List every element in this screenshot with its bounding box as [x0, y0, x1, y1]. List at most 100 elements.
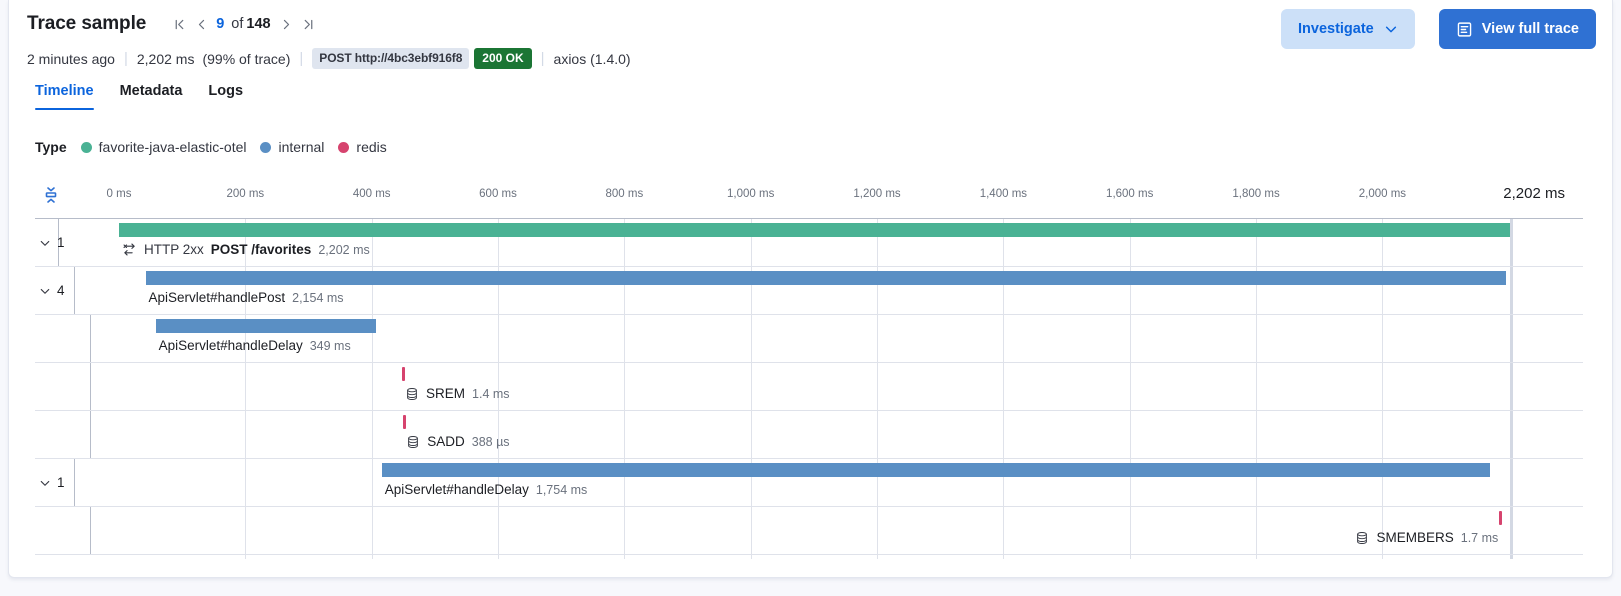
- span-kind: HTTP 2xx: [144, 242, 204, 257]
- legend-item-label: internal: [278, 139, 324, 155]
- tab-logs[interactable]: Logs: [195, 83, 256, 110]
- waterfall-row[interactable]: 4 ApiServlet#handlePost2,154 ms: [35, 267, 1583, 315]
- row-child-count: 1: [57, 475, 65, 490]
- first-page-icon[interactable]: [168, 12, 190, 36]
- tab-timeline[interactable]: Timeline: [35, 83, 107, 110]
- span-label: ApiServlet#handleDelay1,754 ms: [385, 482, 588, 497]
- row-accordion: [35, 363, 91, 410]
- axis-tick-label: 1,200 ms: [853, 188, 900, 200]
- legend-item-internal[interactable]: internal: [260, 139, 324, 155]
- row-child-count: 4: [57, 283, 65, 298]
- chevron-left-icon[interactable]: [190, 12, 212, 36]
- trace-timestamp: 2 minutes ago: [27, 51, 115, 67]
- chevron-down-icon: [1384, 22, 1398, 36]
- span-bar[interactable]: [146, 271, 1507, 285]
- waterfall-row[interactable]: 1 ApiServlet#handleDelay1,754 ms: [35, 459, 1583, 507]
- legend-color-dot-icon: [338, 142, 349, 153]
- span-name: SMEMBERS: [1376, 530, 1453, 545]
- axis-tick-label: 800 ms: [605, 188, 643, 200]
- chevron-right-icon[interactable]: [276, 12, 298, 36]
- http-transaction-icon: [122, 242, 137, 257]
- waterfall-row[interactable]: 1 HTTP 2xx POST /favorites 2,202 ms: [35, 219, 1583, 267]
- span-duration: 388 µs: [472, 435, 510, 449]
- investigate-button[interactable]: Investigate: [1281, 9, 1415, 49]
- trace-sample-panel: Trace sample 9 of 148 2 minu: [8, 0, 1613, 578]
- axis-tick-label: 2,000 ms: [1359, 188, 1406, 200]
- legend-item-label: redis: [356, 139, 386, 155]
- span-bar[interactable]: [382, 463, 1490, 477]
- view-full-trace-label: View full trace: [1482, 21, 1579, 37]
- page-title: Trace sample: [27, 13, 146, 35]
- header-actions: Investigate View full trace: [1281, 9, 1596, 49]
- span-duration: 2,202 ms: [318, 243, 369, 257]
- axis-tick-label: 1,800 ms: [1232, 188, 1279, 200]
- span-name: ApiServlet#handleDelay: [159, 338, 303, 353]
- investigate-button-label: Investigate: [1298, 21, 1374, 37]
- row-accordion: [35, 507, 91, 554]
- legend-color-dot-icon: [81, 142, 92, 153]
- chevron-down-icon: [39, 237, 51, 249]
- axis-tick-label: 600 ms: [479, 188, 517, 200]
- pager-total-pages: 148: [246, 16, 270, 32]
- chevron-down-icon: [39, 285, 51, 297]
- view-full-trace-button[interactable]: View full trace: [1439, 9, 1596, 49]
- row-accordion: [35, 411, 91, 458]
- database-icon: [405, 387, 419, 401]
- waterfall-row[interactable]: ApiServlet#handleDelay349 ms: [35, 315, 1583, 363]
- database-icon: [1355, 531, 1369, 545]
- trace-document-icon: [1456, 21, 1473, 38]
- span-name: POST /favorites: [211, 242, 312, 257]
- span-label: ApiServlet#handlePost2,154 ms: [149, 290, 344, 305]
- span-bar[interactable]: [1499, 511, 1502, 525]
- legend-item-redis[interactable]: redis: [338, 139, 386, 155]
- span-label: HTTP 2xx POST /favorites 2,202 ms: [122, 242, 370, 257]
- axis-tick-label: 1,600 ms: [1106, 188, 1153, 200]
- title-row: Trace sample 9 of 148: [27, 12, 320, 36]
- trace-pager: 9 of 148: [168, 12, 319, 36]
- last-page-icon[interactable]: [298, 12, 320, 36]
- database-icon: [406, 435, 420, 449]
- chevron-down-icon: [39, 477, 51, 489]
- trace-meta-row: 2 minutes ago | 2,202 ms (99% of trace) …: [27, 48, 631, 69]
- span-bar[interactable]: [402, 367, 405, 381]
- waterfall-row[interactable]: SMEMBERS 1.7 ms: [35, 507, 1583, 555]
- span-duration: 1,754 ms: [536, 483, 587, 497]
- row-accordion[interactable]: 1: [35, 219, 59, 266]
- axis-tick-label: 1,000 ms: [727, 188, 774, 200]
- agent-name: axios (1.4.0): [554, 51, 631, 67]
- trace-percent-of-trace: (99% of trace): [202, 51, 290, 67]
- trace-duration: 2,202 ms: [137, 51, 195, 67]
- span-label: SREM 1.4 ms: [405, 386, 510, 401]
- waterfall-chart: 1 HTTP 2xx POST /favorites 2,202 ms 4 ApiServ…: [35, 218, 1583, 559]
- span-label: ApiServlet#handleDelay349 ms: [159, 338, 351, 353]
- tab-bar: TimelineMetadataLogs: [35, 83, 256, 110]
- type-legend: Type favorite-java-elastic-otelinternalr…: [35, 139, 401, 155]
- pager-current-page: 9: [212, 16, 228, 32]
- timeline-axis: 0 ms 200 ms 400 ms 600 ms 800 ms 1,000 ms 1,20…: [35, 180, 1583, 218]
- panel-header: Trace sample 9 of 148 2 minu: [9, 0, 1612, 82]
- row-accordion: [35, 315, 91, 362]
- axis-tick-label: 0 ms: [107, 188, 132, 200]
- collapse-rows-icon[interactable]: [41, 184, 61, 211]
- span-bar[interactable]: [119, 223, 1510, 237]
- span-duration: 1.4 ms: [472, 387, 510, 401]
- span-label: SADD388 µs: [406, 434, 509, 449]
- span-label: SMEMBERS 1.7 ms: [1355, 530, 1498, 545]
- axis-end-label: 2,202 ms: [1503, 185, 1565, 202]
- row-accordion[interactable]: 1: [35, 459, 75, 506]
- legend-item-favorite-java-elastic-otel[interactable]: favorite-java-elastic-otel: [81, 139, 247, 155]
- waterfall-row[interactable]: SADD388 µs: [35, 411, 1583, 459]
- axis-tick-label: 200 ms: [226, 188, 264, 200]
- tab-metadata[interactable]: Metadata: [107, 83, 196, 110]
- row-accordion[interactable]: 4: [35, 267, 75, 314]
- span-bar[interactable]: [156, 319, 376, 333]
- legend-color-dot-icon: [260, 142, 271, 153]
- request-url-badge: POST http://4bc3ebf916f8: [312, 48, 469, 69]
- span-name: SREM: [426, 386, 465, 401]
- waterfall-row[interactable]: SREM 1.4 ms: [35, 363, 1583, 411]
- span-bar[interactable]: [403, 415, 406, 429]
- span-name: ApiServlet#handlePost: [149, 290, 286, 305]
- axis-tick-label: 400 ms: [353, 188, 391, 200]
- span-duration: 1.7 ms: [1461, 531, 1499, 545]
- status-badge: 200 OK: [474, 48, 531, 69]
